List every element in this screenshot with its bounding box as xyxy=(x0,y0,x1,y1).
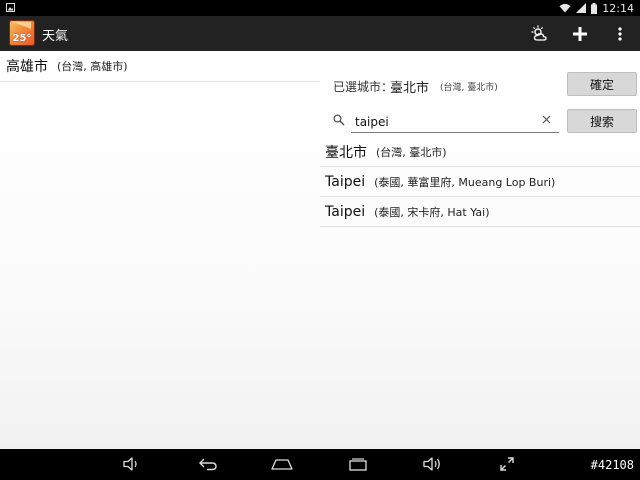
add-icon xyxy=(573,27,587,41)
back-button[interactable] xyxy=(197,455,219,473)
add-city-button[interactable] xyxy=(568,22,592,46)
search-icon xyxy=(333,114,345,126)
result-city-region: (泰國, 宋卡府, Hat Yai) xyxy=(374,205,490,219)
saved-cities-pane: 高雄市 (台灣, 高雄市) xyxy=(0,51,320,449)
search-result-item[interactable]: Taipei (泰國, 宋卡府, Hat Yai) xyxy=(320,197,640,227)
home-button[interactable] xyxy=(271,455,293,473)
volume-down-icon xyxy=(123,457,137,471)
action-bar: 25° 天氣 xyxy=(0,16,640,51)
selected-city-label: 已選城市： xyxy=(333,80,394,94)
weather-refresh-icon xyxy=(531,25,547,41)
search-results-list: 臺北市 (台灣, 臺北市) Taipei (泰國, 華富里府, Mueang L… xyxy=(320,137,640,227)
result-city-region: (泰國, 華富里府, Mueang Lop Buri) xyxy=(374,175,556,189)
overflow-menu-icon xyxy=(618,27,622,41)
battery-icon xyxy=(591,2,598,14)
result-city-name: 臺北市 xyxy=(325,144,367,161)
weather-refresh-button[interactable] xyxy=(528,22,552,46)
main-content: 高雄市 (台灣, 高雄市) 已選城市： 臺北市 (台灣, 臺北市) 確定 搜索 … xyxy=(0,51,640,449)
watermark-label: #42108 xyxy=(590,458,634,472)
home-icon xyxy=(271,459,293,470)
selected-city-name: 臺北市 xyxy=(390,81,430,96)
selected-city-region: (台灣, 臺北市) xyxy=(440,83,498,93)
app-title: 天氣 xyxy=(42,29,69,44)
volume-down-button[interactable] xyxy=(121,455,143,473)
status-time: 12:14 xyxy=(602,1,634,15)
saved-city-region: (台灣, 高雄市) xyxy=(57,60,128,73)
recent-apps-icon xyxy=(349,458,367,471)
saved-city-item[interactable]: 高雄市 (台灣, 高雄市) xyxy=(0,51,320,82)
status-bar: 12:14 xyxy=(0,0,640,16)
saved-city-name: 高雄市 xyxy=(6,59,48,75)
recent-apps-button[interactable] xyxy=(347,455,369,473)
fullscreen-button[interactable] xyxy=(496,455,518,473)
wifi-icon xyxy=(559,3,571,13)
search-result-item[interactable]: 臺北市 (台灣, 臺北市) xyxy=(320,137,640,167)
clear-search-icon[interactable] xyxy=(542,115,551,124)
search-input[interactable] xyxy=(351,111,559,133)
result-city-region: (台灣, 臺北市) xyxy=(376,145,447,159)
app-icon[interactable]: 25° xyxy=(9,20,35,46)
app-icon-temperature: 25° xyxy=(12,33,32,44)
notification-icon xyxy=(6,3,15,12)
search-field xyxy=(320,109,560,135)
search-result-item[interactable]: Taipei (泰國, 華富里府, Mueang Lop Buri) xyxy=(320,167,640,197)
search-button[interactable]: 搜索 xyxy=(567,109,637,133)
back-icon xyxy=(199,458,217,471)
result-city-name: Taipei xyxy=(325,173,366,190)
volume-up-icon xyxy=(423,457,440,471)
city-search-pane: 已選城市： 臺北市 (台灣, 臺北市) 確定 搜索 臺北市 (台灣, 臺北市) … xyxy=(320,51,640,449)
volume-up-button[interactable] xyxy=(421,455,443,473)
signal-icon xyxy=(576,3,587,13)
fullscreen-icon xyxy=(500,457,514,471)
overflow-menu-button[interactable] xyxy=(608,22,632,46)
navigation-bar: #42108 xyxy=(0,449,640,480)
result-city-name: Taipei xyxy=(325,203,366,220)
confirm-button[interactable]: 確定 xyxy=(567,72,637,96)
